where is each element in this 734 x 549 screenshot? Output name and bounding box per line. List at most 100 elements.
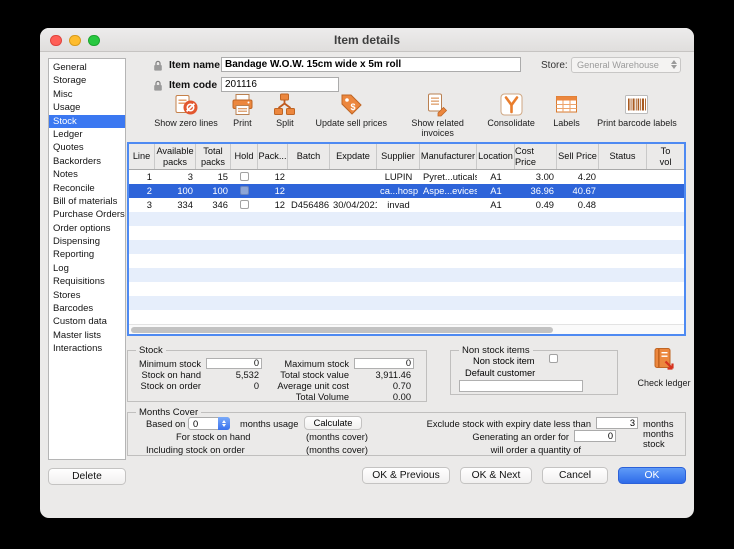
horizontal-scrollbar-thumb[interactable] xyxy=(131,327,553,334)
sidebar-item-notes[interactable]: Notes xyxy=(49,168,125,181)
hold-checkbox[interactable] xyxy=(240,172,249,181)
col-header-batch[interactable]: Batch xyxy=(288,144,330,169)
minimize-button[interactable] xyxy=(69,35,81,47)
sidebar-item-purchase-orders[interactable]: Purchase Orders xyxy=(49,208,125,221)
sidebar-item-stores[interactable]: Stores xyxy=(49,289,125,302)
ok-button[interactable]: OK xyxy=(618,467,686,484)
col-header-hold[interactable]: Hold xyxy=(231,144,258,169)
table-row-empty xyxy=(129,212,684,226)
exclude-expiry-input[interactable]: 3 xyxy=(596,417,638,429)
show-related-invoices-button[interactable]: Show related invoices xyxy=(398,92,478,138)
cell-hold xyxy=(231,198,258,212)
sidebar-item-quotes[interactable]: Quotes xyxy=(49,141,125,154)
sidebar-item-log[interactable]: Log xyxy=(49,262,125,275)
col-header-status[interactable]: Status xyxy=(599,144,647,169)
print-button[interactable]: Print xyxy=(221,92,263,128)
print-barcode-labels-button[interactable]: Print barcode labels xyxy=(590,92,684,128)
sidebar-item-reconcile[interactable]: Reconcile xyxy=(49,182,125,195)
based-on-label: Based on xyxy=(146,419,185,429)
sidebar-item-requisitions[interactable]: Requisitions xyxy=(49,275,125,288)
sidebar-item-ledger[interactable]: Ledger xyxy=(49,128,125,141)
hold-checkbox[interactable] xyxy=(240,200,249,209)
table-row-3[interactable]: 3 334 346 12 D456486 30/04/2021 invad A1… xyxy=(129,198,684,212)
sidebar-item-storage[interactable]: Storage xyxy=(49,74,125,87)
maximum-stock-input[interactable]: 0 xyxy=(354,358,414,369)
months-cover-hint1: (months cover) xyxy=(306,432,368,442)
calculate-button[interactable]: Calculate xyxy=(304,416,362,430)
stock-on-order-label: Stock on order xyxy=(130,381,206,391)
col-header-available-packs[interactable]: Availablepacks xyxy=(155,144,196,169)
sidebar-item-dispensing[interactable]: Dispensing xyxy=(49,235,125,248)
sidebar-item-misc[interactable]: Misc xyxy=(49,88,125,101)
default-customer-input[interactable] xyxy=(459,380,583,392)
sidebar-item-master-lists[interactable]: Master lists xyxy=(49,329,125,342)
sidebar-item-stock[interactable]: Stock xyxy=(49,115,125,128)
print-icon xyxy=(230,92,255,117)
generating-order-input[interactable]: 0 xyxy=(574,430,616,442)
table-body: 1 3 15 12 LUPIN Pyret...uticals A1 3.00 … xyxy=(129,170,684,324)
show-zero-lines-icon xyxy=(174,92,199,117)
show-zero-lines-button[interactable]: Show zero lines xyxy=(152,92,220,128)
titlebar: Item details xyxy=(40,28,694,52)
col-header-total-volume[interactable]: Tovol xyxy=(647,144,684,169)
zoom-button[interactable] xyxy=(88,35,100,47)
based-on-value: 0 xyxy=(193,418,198,430)
ok-next-button[interactable]: OK & Next xyxy=(460,467,532,484)
ok-previous-button[interactable]: OK & Previous xyxy=(362,467,450,484)
col-header-pack[interactable]: Pack... xyxy=(258,144,288,169)
based-on-select[interactable]: 0 xyxy=(188,417,230,430)
non-stock-item-label: Non stock item xyxy=(473,356,534,366)
sidebar-item-interactions[interactable]: Interactions xyxy=(49,342,125,355)
print-barcode-labels-label: Print barcode labels xyxy=(597,118,677,128)
sidebar-item-barcodes[interactable]: Barcodes xyxy=(49,302,125,315)
sidebar-item-usage[interactable]: Usage xyxy=(49,101,125,114)
table-row-1[interactable]: 1 3 15 12 LUPIN Pyret...uticals A1 3.00 … xyxy=(129,170,684,184)
including-stock-on-order-label: Including stock on order xyxy=(146,445,245,455)
col-header-total-packs[interactable]: Totalpacks xyxy=(196,144,231,169)
check-ledger-button[interactable]: Check ledger xyxy=(634,346,694,388)
update-sell-prices-button[interactable]: $ Update sell prices xyxy=(306,92,396,128)
col-header-sell-price[interactable]: Sell Price xyxy=(557,144,599,169)
col-header-expdate[interactable]: Expdate xyxy=(330,144,377,169)
exclude-expiry-label: Exclude stock with expiry date less than xyxy=(427,419,591,429)
cell-location: A1 xyxy=(477,198,515,212)
col-header-cost-price[interactable]: Cost Price xyxy=(515,144,557,169)
stock-group-title: Stock xyxy=(136,345,166,356)
minimum-stock-input[interactable]: 0 xyxy=(206,358,262,369)
non-stock-items-group: Non stock items Non stock item Default c… xyxy=(450,350,618,395)
cell-batch xyxy=(288,170,330,184)
sidebar-item-backorders[interactable]: Backorders xyxy=(49,155,125,168)
split-icon xyxy=(272,92,297,117)
sidebar-item-order-options[interactable]: Order options xyxy=(49,222,125,235)
sidebar-item-bill-of-materials[interactable]: Bill of materials xyxy=(49,195,125,208)
split-button[interactable]: Split xyxy=(265,92,305,128)
table-row-empty xyxy=(129,254,684,268)
sidebar-item-reporting[interactable]: Reporting xyxy=(49,248,125,261)
close-button[interactable] xyxy=(50,35,62,47)
table-row-2-selected[interactable]: 2 100 100 12 ca...hosp Aspe...evices A1 … xyxy=(129,184,684,198)
item-code-input[interactable]: 201116 xyxy=(221,77,339,92)
cancel-button[interactable]: Cancel xyxy=(542,467,608,484)
delete-button[interactable]: Delete xyxy=(48,468,126,485)
cell-batch xyxy=(288,184,330,198)
stepper-icon[interactable] xyxy=(218,417,230,430)
total-volume-value: 0.00 xyxy=(354,392,414,402)
sidebar-item-custom-data[interactable]: Custom data xyxy=(49,315,125,328)
labels-button[interactable]: Labels xyxy=(545,92,589,128)
consolidate-button[interactable]: Consolidate xyxy=(479,92,543,128)
horizontal-scrollbar[interactable] xyxy=(129,324,684,334)
col-header-supplier[interactable]: Supplier xyxy=(377,144,420,169)
col-header-line[interactable]: Line xyxy=(129,144,155,169)
col-header-manufacturer[interactable]: Manufacturer xyxy=(420,144,477,169)
sidebar-item-general[interactable]: General xyxy=(49,61,125,74)
table-row-empty xyxy=(129,226,684,240)
cell-status xyxy=(599,198,647,212)
cell-line: 3 xyxy=(129,198,155,212)
stock-group: Stock Minimum stock 0 Maximum stock 0 St… xyxy=(127,350,427,402)
cell-sell-price: 4.20 xyxy=(557,170,599,184)
item-name-input[interactable]: Bandage W.O.W. 15cm wide x 5m roll xyxy=(221,57,521,72)
hold-checkbox[interactable] xyxy=(240,186,249,195)
col-header-location[interactable]: Location xyxy=(477,144,515,169)
update-sell-prices-label: Update sell prices xyxy=(315,118,387,128)
non-stock-item-checkbox[interactable] xyxy=(549,354,558,363)
